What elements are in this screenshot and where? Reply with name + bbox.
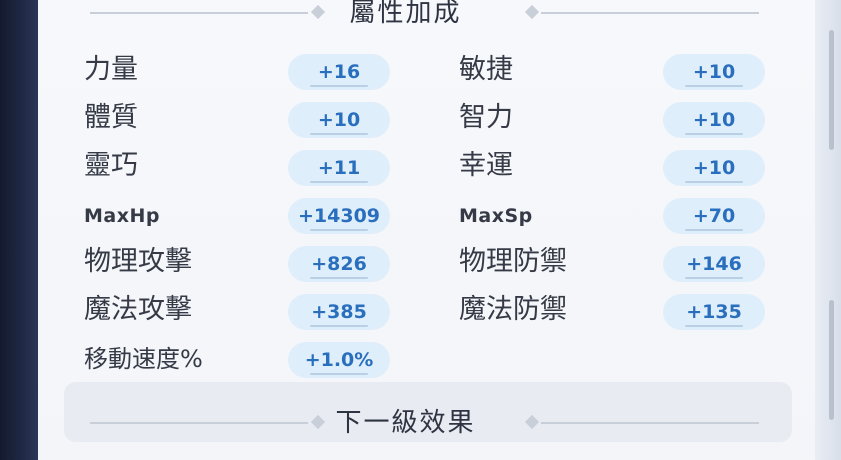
stat-value-int: +10 bbox=[663, 102, 765, 138]
stat-value-maxhp: +14309 bbox=[288, 198, 390, 234]
stat-label-movespeed: 移動速度% bbox=[84, 345, 203, 373]
stat-value-luk: +10 bbox=[663, 150, 765, 186]
scrollbar-rail-top[interactable] bbox=[829, 30, 834, 150]
section-title: 屬性加成 bbox=[349, 0, 462, 28]
scrollbar-rail-bottom[interactable] bbox=[829, 300, 834, 420]
stat-value-movespeed: +1.0% bbox=[288, 342, 390, 378]
stat-label-dex: 靈巧 bbox=[84, 150, 138, 181]
stat-value-agi: +10 bbox=[663, 54, 765, 90]
window-frame-left bbox=[0, 0, 38, 460]
stat-label-luk: 幸運 bbox=[459, 150, 513, 181]
stat-value-dex: +11 bbox=[288, 150, 390, 186]
section-header-attributes: 屬性加成 bbox=[52, 0, 759, 28]
stat-value-mdef: +135 bbox=[663, 294, 765, 330]
stat-value-vit: +10 bbox=[288, 102, 390, 138]
divider-line bbox=[541, 422, 759, 424]
stat-value-str: +16 bbox=[288, 54, 390, 90]
stat-label-int: 智力 bbox=[459, 102, 513, 133]
stat-label-matk: 魔法攻擊 bbox=[84, 294, 192, 325]
stat-label-str: 力量 bbox=[84, 54, 138, 85]
stat-value-patk: +826 bbox=[288, 246, 390, 282]
stat-label-maxhp: MaxHp bbox=[84, 205, 160, 227]
divider-line bbox=[541, 12, 759, 14]
stat-label-pdef: 物理防禦 bbox=[459, 246, 567, 277]
section-header-next-level: 下一級效果 bbox=[52, 408, 759, 438]
stat-value-maxsp: +70 bbox=[663, 198, 765, 234]
stat-label-agi: 敏捷 bbox=[459, 54, 513, 85]
stat-value-matk: +385 bbox=[288, 294, 390, 330]
stat-label-vit: 體質 bbox=[84, 102, 138, 133]
stat-label-mdef: 魔法防禦 bbox=[459, 294, 567, 325]
scroll-track[interactable] bbox=[815, 0, 841, 460]
stat-value-pdef: +146 bbox=[663, 246, 765, 282]
stat-label-patk: 物理攻擊 bbox=[84, 246, 192, 277]
stat-label-maxsp: MaxSp bbox=[459, 205, 533, 227]
